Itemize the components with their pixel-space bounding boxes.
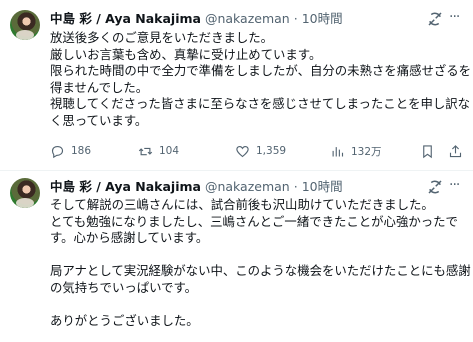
tweet-line: [50, 296, 470, 313]
tweet-line: 視聴してくださった皆さまに至らなさを感じさせてしまったことを申し訳な: [50, 96, 471, 111]
bookmark-icon: [423, 144, 432, 158]
more-icon[interactable]: ···: [449, 178, 465, 196]
tweet-line: 局アナとして実況経験がない中、このような機会をいただけたことにも感謝: [50, 263, 471, 278]
tweet-line: く思っています。: [50, 112, 148, 128]
more-icon[interactable]: ···: [449, 10, 465, 28]
tweet-line: の気持ちでいっぱいです。: [50, 279, 198, 295]
separator-dot: ·: [293, 179, 298, 194]
author-handle[interactable]: @nakazeman: [205, 11, 290, 26]
grok-icon[interactable]: [426, 178, 444, 196]
tweet-line: 厳しいお言葉も含め、真摯に受け止めています。: [50, 46, 322, 62]
tweet-line: す。心から感謝しています。: [50, 230, 209, 245]
reply-count: 186: [71, 145, 92, 157]
tweet-line: 放送後多くのご意見をいただきました。: [50, 30, 274, 45]
tweet-line: [50, 247, 470, 264]
grok-icon[interactable]: [426, 10, 444, 28]
timestamp[interactable]: 10時間: [302, 11, 343, 26]
author-name[interactable]: 中島 彩 / Aya Nakajima: [50, 11, 201, 26]
share-button[interactable]: [448, 142, 463, 160]
retweet-count: 104: [159, 145, 180, 157]
tweet-header: 中島 彩 / Aya Nakajima @nakazeman · 10時間: [50, 10, 343, 28]
timestamp[interactable]: 10時間: [302, 179, 343, 194]
tweet-line: そして解説の三嶋さんには、試合前後も沢山助けていただきました。: [50, 197, 434, 212]
retweet-icon: [138, 147, 153, 155]
tweet-divider: [0, 170, 473, 171]
reply-button[interactable]: 186: [50, 142, 91, 160]
bookmark-button[interactable]: [420, 142, 435, 160]
tweet-line: 限られた時間の中で全力で準備をしましたが、自分の未熟さを痛感せざるを: [50, 63, 472, 78]
views-count: 132万: [351, 145, 382, 158]
like-button[interactable]: 1,359: [235, 142, 286, 160]
retweet-button[interactable]: 104: [138, 142, 179, 160]
avatar[interactable]: [10, 178, 40, 208]
heart-icon: [236, 145, 249, 157]
reply-icon: [51, 145, 64, 158]
author-handle[interactable]: @nakazeman: [205, 179, 290, 194]
tweet-header: 中島 彩 / Aya Nakajima @nakazeman · 10時間: [50, 178, 343, 196]
views-icon: [332, 146, 344, 156]
author-name[interactable]: 中島 彩 / Aya Nakajima: [50, 179, 201, 194]
views-button[interactable]: 132万: [330, 142, 382, 160]
tweet-text: そして解説の三嶋さんには、試合前後も沢山助けていただきました。 とても勉強になり…: [50, 197, 471, 329]
tweet-line: とても勉強になりましたし、三嶋さんとご一緒できたことが心強かったで: [50, 213, 458, 229]
like-count: 1,359: [256, 145, 287, 157]
separator-dot: ·: [293, 11, 298, 26]
share-icon: [449, 144, 462, 157]
avatar[interactable]: [10, 10, 40, 40]
action-bar: 186 104 1,359 132万: [50, 142, 470, 160]
tweet-line: ありがとうございました。: [50, 312, 199, 328]
tweet-text: 放送後多くのご意見をいただきました。 厳しいお言葉も含め、真摯に受け止めています…: [50, 30, 472, 129]
tweet-line: 得ませんでした。: [50, 79, 149, 95]
